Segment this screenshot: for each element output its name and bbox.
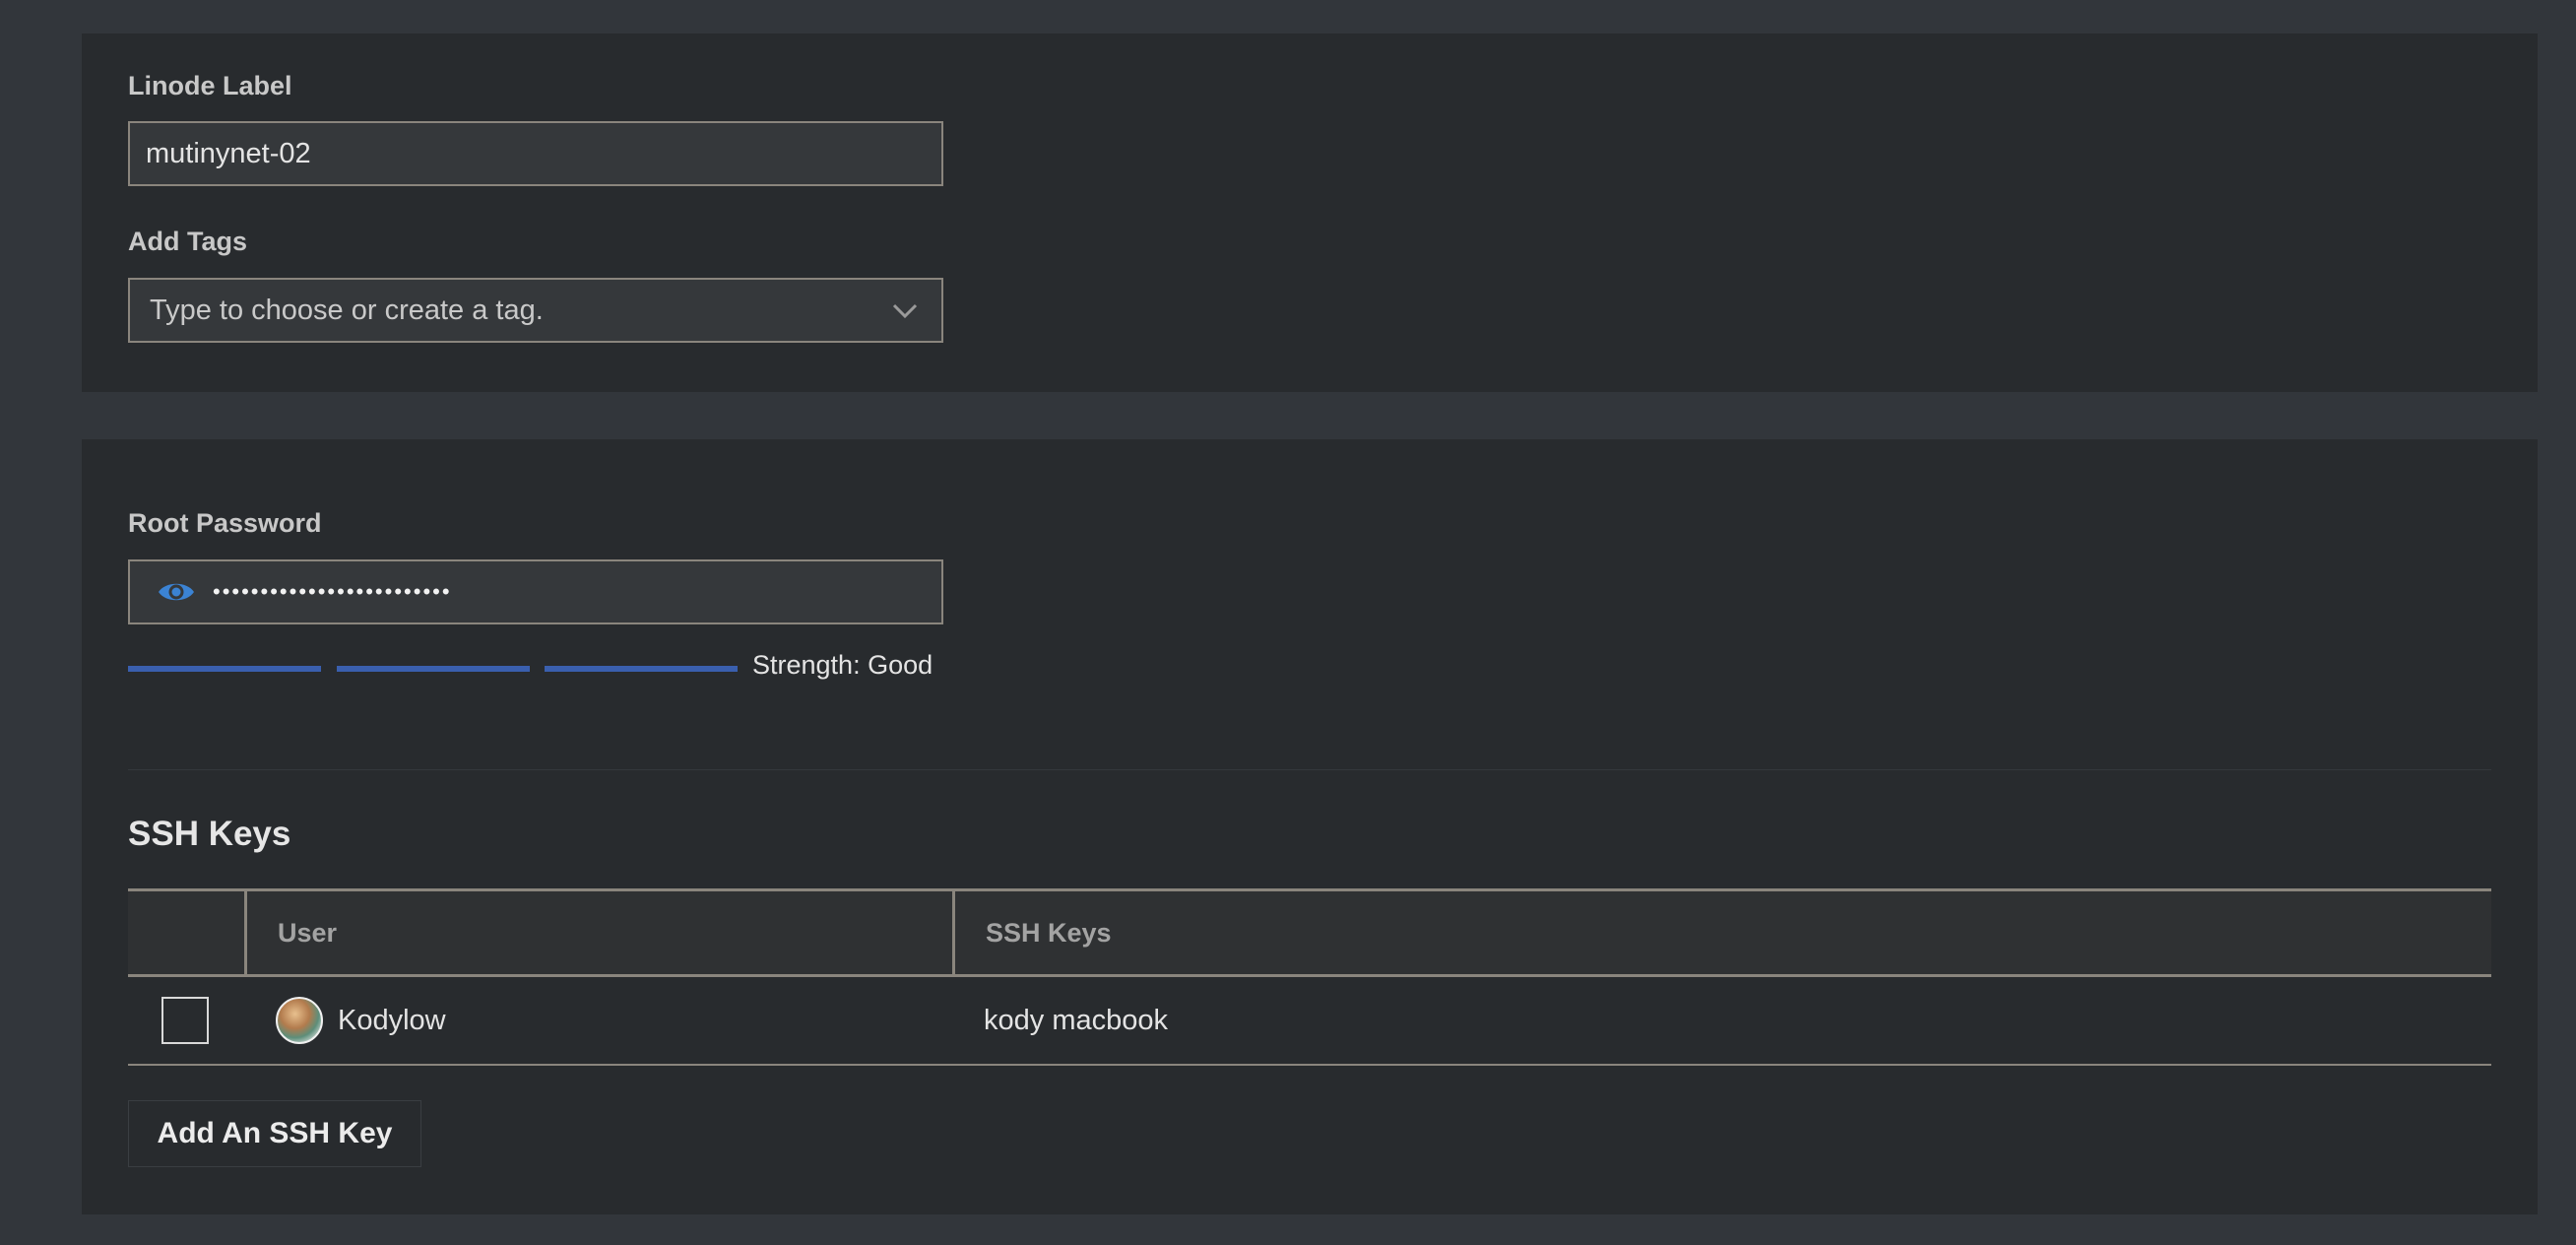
chevron-down-icon[interactable] bbox=[890, 295, 920, 325]
ssh-keys-table: User SSH Keys Kodylow kody macbook bbox=[128, 888, 2491, 1066]
section-divider bbox=[128, 769, 2491, 770]
access-panel: Root Password ••••••••••••••••••••••••• … bbox=[82, 439, 2538, 1214]
user-name: Kodylow bbox=[338, 1005, 446, 1036]
root-password-input[interactable]: ••••••••••••••••••••••••• bbox=[128, 559, 943, 624]
root-password-label: Root Password bbox=[128, 508, 322, 538]
details-panel: Linode Label mutinynet-02 Add Tags Type … bbox=[82, 33, 2538, 392]
add-tags-placeholder: Type to choose or create a tag. bbox=[150, 295, 544, 326]
ssh-key-name: kody macbook bbox=[984, 1005, 1168, 1036]
linode-label-value: mutinynet-02 bbox=[146, 138, 311, 169]
avatar bbox=[276, 997, 323, 1044]
column-separator bbox=[244, 891, 247, 974]
add-tags-select[interactable]: Type to choose or create a tag. bbox=[128, 278, 943, 343]
add-ssh-key-button[interactable]: Add An SSH Key bbox=[128, 1100, 421, 1167]
column-header-user: User bbox=[278, 918, 338, 948]
column-separator bbox=[952, 891, 955, 974]
strength-segment-3 bbox=[545, 666, 738, 672]
root-password-value: ••••••••••••••••••••••••• bbox=[213, 579, 452, 604]
linode-label-input[interactable]: mutinynet-02 bbox=[128, 121, 943, 186]
ssh-key-checkbox[interactable] bbox=[161, 997, 209, 1044]
table-row[interactable]: Kodylow kody macbook bbox=[128, 977, 2491, 1066]
add-tags-label: Add Tags bbox=[128, 227, 247, 256]
ssh-keys-title: SSH Keys bbox=[128, 815, 291, 853]
eye-icon[interactable] bbox=[158, 578, 195, 606]
table-header: User SSH Keys bbox=[128, 888, 2491, 977]
column-header-ssh-keys: SSH Keys bbox=[986, 918, 1112, 948]
strength-segment-1 bbox=[128, 666, 321, 672]
strength-segment-2 bbox=[337, 666, 530, 672]
linode-label-label: Linode Label bbox=[128, 71, 292, 100]
password-strength-text: Strength: Good bbox=[752, 650, 934, 680]
